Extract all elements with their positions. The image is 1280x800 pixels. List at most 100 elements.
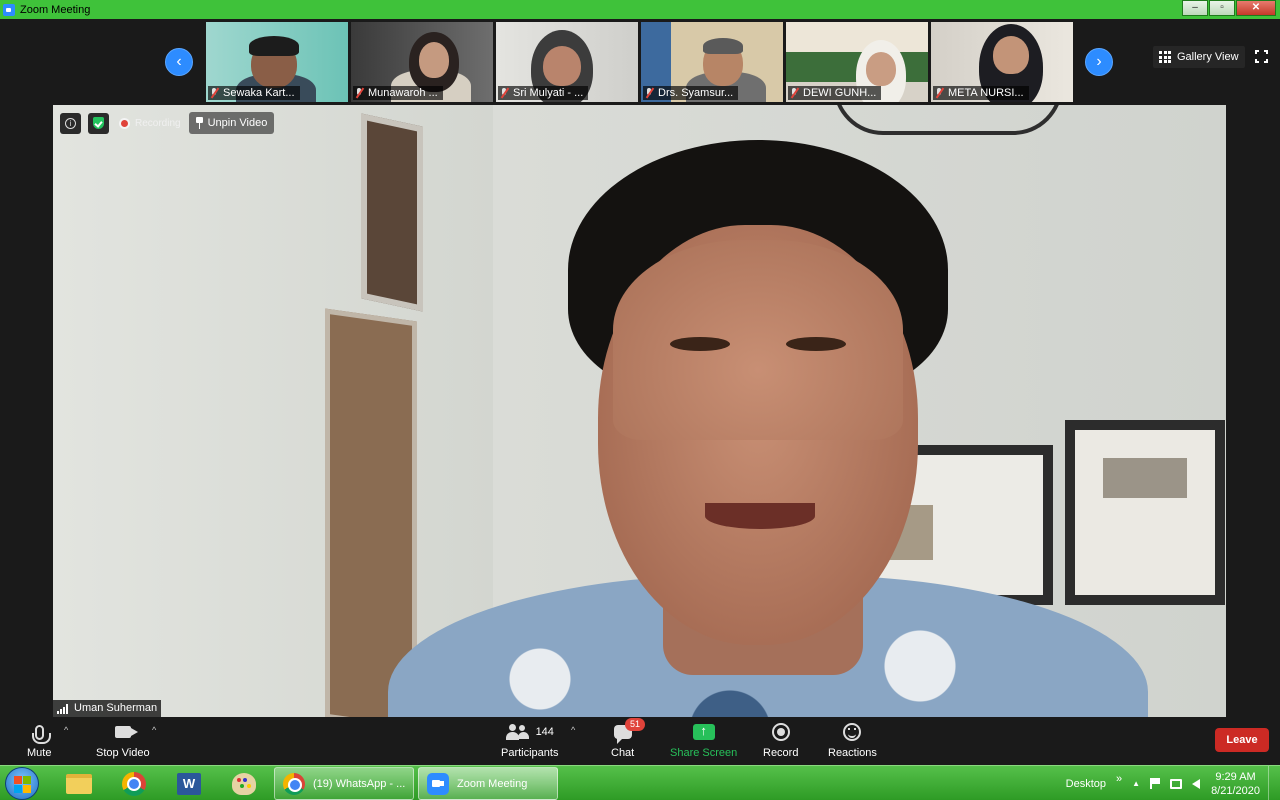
person-hair	[249, 36, 299, 56]
action-center-flag-icon[interactable]	[1150, 778, 1161, 789]
windows-taskbar: W (19) WhatsApp - ... Zoom Meeting Deskt…	[0, 765, 1280, 800]
taskbar-whatsapp-window[interactable]: (19) WhatsApp - ...	[274, 767, 414, 800]
participant-name-tag: Sri Mulyati - ...	[498, 86, 589, 100]
mic-muted-icon	[791, 88, 798, 98]
participants-label: Participants	[501, 747, 559, 759]
volume-icon[interactable]	[1192, 778, 1201, 789]
meeting-toolbar: Mute ^ Stop Video ^ 144 Participants ^ C…	[0, 717, 1280, 765]
fullscreen-icon[interactable]	[1255, 50, 1268, 63]
security-button[interactable]	[88, 112, 109, 134]
video-camera-icon	[114, 726, 138, 738]
minimize-button[interactable]: ‒	[1182, 0, 1208, 16]
info-icon: i	[65, 117, 76, 129]
participants-options-caret[interactable]: ^	[571, 725, 575, 735]
person-head	[993, 36, 1029, 74]
participant-thumbnail[interactable]: Sewaka Kart...	[206, 22, 348, 102]
shield-icon	[93, 117, 104, 129]
clock-time: 9:29 AM	[1215, 770, 1256, 783]
participant-name: META NURSI...	[948, 87, 1024, 99]
speaker-forehead	[613, 240, 903, 440]
participant-thumbnail[interactable]: Munawaroh ...	[351, 22, 493, 102]
participant-name: Sewaka Kart...	[223, 87, 295, 99]
chat-label: Chat	[611, 747, 635, 759]
gallery-view-button[interactable]: Gallery View	[1153, 46, 1245, 68]
taskbar-zoom-window[interactable]: Zoom Meeting	[418, 767, 558, 800]
prev-page-button[interactable]: ‹	[165, 48, 193, 76]
person-head	[866, 52, 896, 86]
chrome-icon	[122, 771, 146, 796]
close-button[interactable]: ✕	[1236, 0, 1276, 16]
mic-muted-icon	[356, 88, 363, 98]
participant-name-tag: Sewaka Kart...	[208, 86, 300, 100]
leave-meeting-button[interactable]: Leave	[1215, 728, 1269, 752]
recording-indicator: Recording	[119, 117, 181, 129]
next-page-button[interactable]: ›	[1085, 48, 1113, 76]
person-head	[543, 46, 581, 86]
window-title: Zoom Meeting	[20, 3, 91, 16]
word-pin[interactable]: W	[163, 768, 215, 799]
participant-thumbnail[interactable]: Sri Mulyati - ...	[496, 22, 638, 102]
speaker-eye	[670, 337, 730, 351]
participant-name: Munawaroh ...	[368, 87, 438, 99]
share-screen-label: Share Screen	[670, 747, 738, 759]
participant-name-tag: DEWI GUNH...	[788, 86, 882, 100]
show-desktop-button[interactable]	[1268, 766, 1280, 800]
participant-thumbnail[interactable]: DEWI GUNH...	[786, 22, 928, 102]
mic-muted-icon	[646, 88, 653, 98]
signal-strength-icon	[57, 703, 69, 714]
clock-date: 8/21/2020	[1211, 784, 1260, 797]
toolbar-chevron-icon[interactable]: »	[1116, 773, 1122, 785]
system-clock[interactable]: 9:29 AM 8/21/2020	[1211, 770, 1260, 798]
video-overlay-controls: i Recording Unpin Video	[60, 112, 275, 134]
speaker-mouth	[705, 503, 815, 529]
speaker-name-tag: Uman Suherman	[53, 700, 162, 717]
file-explorer-pin[interactable]	[53, 768, 105, 799]
reactions-button[interactable]: Reactions	[828, 721, 877, 759]
audio-options-caret[interactable]: ^	[64, 725, 68, 735]
reactions-label: Reactions	[828, 747, 877, 759]
word-icon: W	[177, 772, 201, 795]
unpin-video-button[interactable]: Unpin Video	[188, 112, 275, 134]
participant-name-tag: Drs. Syamsur...	[643, 86, 739, 100]
unpin-video-label: Unpin Video	[207, 117, 268, 129]
speaker-eye	[786, 337, 846, 351]
share-screen-button[interactable]: Share Screen	[670, 721, 737, 759]
chrome-icon	[283, 772, 305, 795]
folder-icon	[66, 773, 92, 794]
share-screen-icon	[692, 723, 715, 740]
unread-chat-badge: 51	[625, 718, 645, 731]
meeting-info-button[interactable]: i	[60, 112, 81, 134]
record-icon	[771, 723, 790, 741]
wall-picture-frame	[1065, 420, 1225, 605]
mute-button[interactable]: Mute	[27, 721, 51, 759]
paint-palette-icon	[232, 772, 256, 795]
person-head	[419, 42, 449, 78]
grid-icon	[1159, 51, 1171, 63]
chrome-pin[interactable]	[108, 768, 160, 799]
person-hair	[703, 38, 743, 54]
participant-name-tag: META NURSI...	[933, 86, 1029, 100]
title-bar: Zoom Meeting ‒ ▫ ✕	[0, 0, 1280, 19]
system-tray: Desktop » ▲ 9:29 AM 8/21/2020	[1061, 766, 1280, 800]
active-speaker-video	[53, 105, 1226, 717]
video-options-caret[interactable]: ^	[152, 725, 156, 735]
stop-video-button[interactable]: Stop Video	[96, 721, 150, 759]
record-button[interactable]: Record	[763, 721, 798, 759]
start-button[interactable]	[5, 767, 39, 800]
smiley-icon	[843, 723, 862, 741]
mic-muted-icon	[501, 88, 508, 98]
participant-name-tag: Munawaroh ...	[353, 86, 443, 100]
show-hidden-icons-icon[interactable]: ▲	[1132, 779, 1140, 788]
recording-label: Recording	[135, 117, 181, 129]
participants-button[interactable]: 144 Participants	[501, 721, 558, 759]
participant-name: DEWI GUNH...	[803, 87, 877, 99]
participant-thumbnail[interactable]: META NURSI...	[931, 22, 1073, 102]
paint-pin[interactable]	[218, 768, 270, 799]
participant-thumbnail[interactable]: Drs. Syamsur...	[641, 22, 783, 102]
gallery-view-label: Gallery View	[1177, 51, 1239, 63]
desktop-toolbar-label[interactable]: Desktop	[1066, 778, 1106, 790]
window-controls: ‒ ▫ ✕	[1181, 0, 1276, 16]
task-label: Zoom Meeting	[457, 777, 528, 790]
maximize-button[interactable]: ▫	[1209, 0, 1235, 16]
network-icon[interactable]	[1170, 778, 1183, 789]
